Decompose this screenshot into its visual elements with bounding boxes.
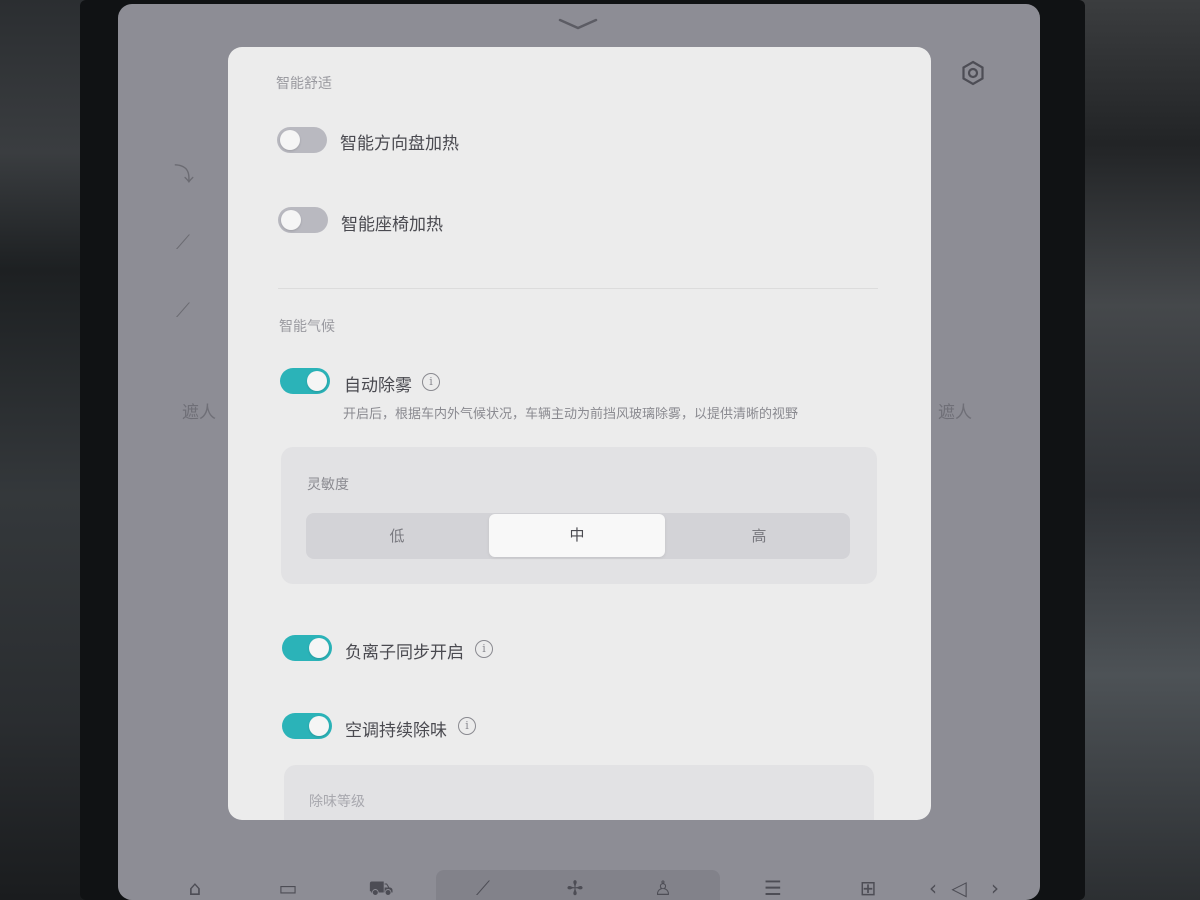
sensitivity-option-medium[interactable]: 中: [489, 514, 665, 557]
sensitivity-option-low[interactable]: 低: [306, 513, 488, 559]
chevron-down-icon: [558, 18, 598, 30]
ac-deodorize-label: 空调持续除味: [345, 721, 447, 741]
toggle-knob: [281, 210, 301, 230]
volume-icon[interactable]: ◁: [944, 878, 974, 898]
fragrance-icon[interactable]: ♙: [648, 878, 678, 898]
defrost-icon[interactable]: ☰: [758, 878, 788, 898]
steering-heat-toggle[interactable]: [277, 127, 327, 153]
auto-defog-label: 自动除雾: [344, 376, 412, 396]
toggle-knob: [309, 716, 329, 736]
smart-settings-panel: 智能舒适 智能方向盘加热 智能座椅加热 智能气候 自动除雾 i 开启后，根据车内…: [228, 47, 931, 820]
background-right-label: 遮人: [938, 403, 972, 423]
auto-defog-description: 开启后，根据车内外气候状况，车辆主动为前挡风玻璃除雾，以提供清晰的视野: [343, 407, 799, 422]
seat-icon[interactable]: ⟋: [468, 878, 498, 898]
climate-section-title: 智能气候: [279, 319, 335, 335]
anion-sync-toggle[interactable]: [282, 635, 332, 661]
car-settings-icon[interactable]: ⛟: [366, 878, 396, 898]
settings-button[interactable]: [960, 60, 986, 86]
sensitivity-title: 灵敏度: [307, 477, 349, 493]
toggle-knob: [280, 130, 300, 150]
background-left-label: 遮人: [182, 403, 216, 423]
deodorize-level-card: 除味等级: [284, 765, 874, 820]
volume-up-icon[interactable]: ›: [980, 878, 1010, 898]
anion-sync-info-icon[interactable]: i: [475, 640, 493, 658]
auto-defog-toggle[interactable]: [280, 368, 330, 394]
gear-icon: [962, 60, 984, 86]
seat-heat-toggle[interactable]: [278, 207, 328, 233]
ac-deodorize-info-icon[interactable]: i: [458, 717, 476, 735]
toggle-knob: [307, 371, 327, 391]
ac-deodorize-toggle[interactable]: [282, 713, 332, 739]
car-icon[interactable]: ▭: [273, 878, 303, 898]
car-interior-left: [0, 0, 90, 900]
anion-sync-label: 负离子同步开启: [345, 643, 464, 663]
apps-grid-icon[interactable]: ⊞: [853, 878, 883, 898]
section-divider: [278, 288, 878, 289]
toggle-knob: [309, 638, 329, 658]
comfort-section-title: 智能舒适: [276, 76, 332, 92]
home-icon[interactable]: ⌂: [180, 878, 210, 898]
seat-position-icon[interactable]: ⟋: [176, 230, 190, 254]
seat-lumbar-icon[interactable]: ⟋: [176, 298, 190, 322]
pull-down-handle[interactable]: [558, 18, 598, 30]
auto-defog-info-icon[interactable]: i: [422, 373, 440, 391]
steering-heat-label: 智能方向盘加热: [340, 134, 459, 154]
sensitivity-segmented-control: 低 中 高: [306, 513, 850, 559]
seat-heat-label: 智能座椅加热: [341, 215, 443, 235]
sensitivity-option-high[interactable]: 高: [668, 513, 850, 559]
fan-icon[interactable]: ✢: [560, 878, 590, 898]
bottom-dock: ⌂ ▭ ⛟ ⟋ ✢ ♙ ☰ ⊞ ‹ ◁ ›: [118, 860, 1040, 900]
sensitivity-card: 灵敏度 低 中 高: [281, 447, 877, 584]
seat-recline-icon[interactable]: ⤵: [174, 158, 194, 187]
deodorize-level-title: 除味等级: [309, 794, 365, 810]
car-interior-right: [1075, 0, 1200, 900]
